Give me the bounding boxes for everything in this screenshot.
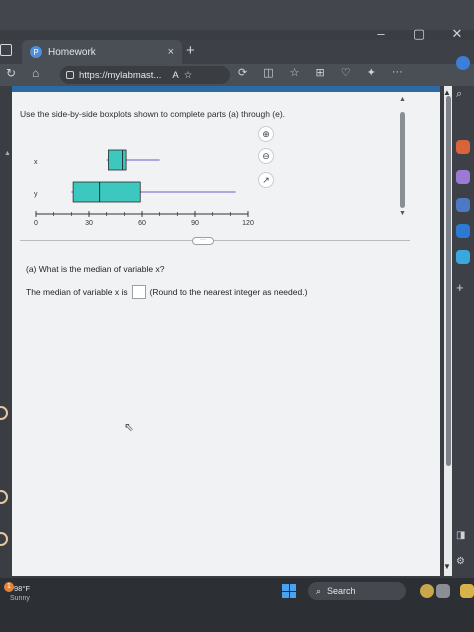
sidebar-games-icon[interactable]	[456, 198, 470, 212]
close-tab-button[interactable]: ×	[168, 46, 174, 58]
tick-label: 120	[242, 220, 254, 227]
sidebar-layout-icon[interactable]: ◨	[456, 530, 470, 544]
pearson-favicon-icon: P	[30, 46, 42, 58]
split-screen-icon[interactable]: ◫	[263, 66, 273, 79]
edge-app-icon	[0, 532, 8, 546]
taskbar-app-icon[interactable]	[460, 584, 474, 598]
taskbar-app-icon[interactable]	[436, 584, 450, 598]
sidebar-shopping-icon[interactable]	[456, 140, 470, 154]
page-scroll-up-icon[interactable]: ▲	[443, 88, 451, 97]
panel-scroll-up-icon[interactable]: ▲	[399, 96, 406, 103]
median-prefix: The median of variable x is	[26, 287, 128, 297]
performance-icon[interactable]: ♡	[341, 66, 351, 79]
taskbar-search[interactable]: ⌕ Search	[308, 582, 406, 600]
sidebar-add-icon[interactable]: +	[456, 280, 470, 295]
sidebar-settings-icon[interactable]: ⚙	[456, 556, 470, 570]
tick-label: 30	[85, 220, 93, 227]
lock-icon	[66, 71, 74, 79]
sidebar-tools-icon[interactable]	[456, 170, 470, 184]
box-y	[72, 181, 141, 203]
read-aloud-icon[interactable]: A	[172, 70, 178, 81]
collapse-arrow-icon[interactable]: ▲	[4, 150, 11, 157]
sidebar-office-icon[interactable]	[456, 224, 470, 238]
address-bar[interactable]: https://mylabmast... A ☆	[60, 66, 230, 84]
tab-homework[interactable]: P Homework ×	[22, 40, 182, 64]
search-label: Search	[327, 586, 356, 596]
copilot-icon[interactable]: ✦	[367, 66, 376, 79]
sidebar-search-icon[interactable]: ⌕	[456, 88, 470, 102]
screen: – ▢ ✕ P Homework × + ↻ ⌂ https://mylabma…	[0, 0, 474, 632]
edge-sidebar	[452, 86, 474, 606]
home-icon[interactable]: ⌂	[32, 66, 39, 80]
more-menu-icon[interactable]: ···	[392, 66, 403, 79]
weather-badge[interactable]: 1	[4, 582, 14, 592]
page-scroll-down-icon[interactable]: ▼	[443, 562, 451, 571]
collections-icon[interactable]: ⊞	[316, 66, 325, 79]
search-icon: ⌕	[316, 585, 322, 596]
header-accent-bar	[12, 86, 440, 92]
series-label-x: x	[34, 159, 38, 166]
tick-label: 90	[191, 220, 199, 227]
extensions-icon[interactable]: ⟳	[238, 66, 247, 79]
boxplot-chart: x y 0 30 60 90 120	[34, 149, 254, 227]
start-button[interactable]	[282, 584, 296, 598]
edge-app-icon	[0, 406, 8, 420]
median-answer-input[interactable]	[131, 285, 146, 299]
taskbar-app-icon[interactable]	[420, 584, 434, 598]
workspaces-icon[interactable]	[0, 44, 12, 56]
median-answer-row: The median of variable x is (Round to th…	[26, 285, 307, 299]
expand-button[interactable]: ···	[192, 237, 214, 245]
edge-app-icon	[0, 490, 8, 504]
section-divider	[20, 240, 410, 241]
mouse-cursor-icon: ⇖	[124, 420, 135, 434]
url-text: https://mylabmast...	[79, 69, 162, 81]
zoom-in-icon: ⊕	[262, 128, 270, 139]
box-x	[108, 149, 127, 171]
weather-condition: Sunny	[10, 595, 30, 602]
question-a: (a) What is the median of variable x?	[26, 264, 165, 274]
series-label-y: y	[34, 191, 38, 198]
favorites-icon[interactable]: ☆	[290, 66, 300, 79]
tick-label: 60	[138, 220, 146, 227]
new-tab-button[interactable]: +	[186, 42, 195, 59]
page-scrollbar-thumb[interactable]	[446, 96, 451, 466]
median-hint: (Round to the nearest integer as needed.…	[149, 287, 308, 297]
copilot-sidebar-icon[interactable]	[456, 56, 470, 70]
sidebar-outlook-icon[interactable]	[456, 250, 470, 264]
tick-label: 0	[34, 220, 38, 227]
panel-scroll-down-icon[interactable]: ▼	[399, 210, 406, 217]
panel-scrollbar-thumb[interactable]	[400, 112, 405, 208]
tab-title: Homework	[48, 46, 96, 58]
browser-toolbar: ⟳ ◫ ☆ ⊞ ♡ ✦ ···	[238, 66, 403, 79]
refresh-icon[interactable]: ↻	[6, 66, 16, 80]
instruction-text: Use the side-by-side boxplots shown to c…	[20, 109, 286, 119]
favorite-star-icon[interactable]: ☆	[184, 70, 193, 81]
temperature[interactable]: 98°F	[14, 584, 30, 593]
